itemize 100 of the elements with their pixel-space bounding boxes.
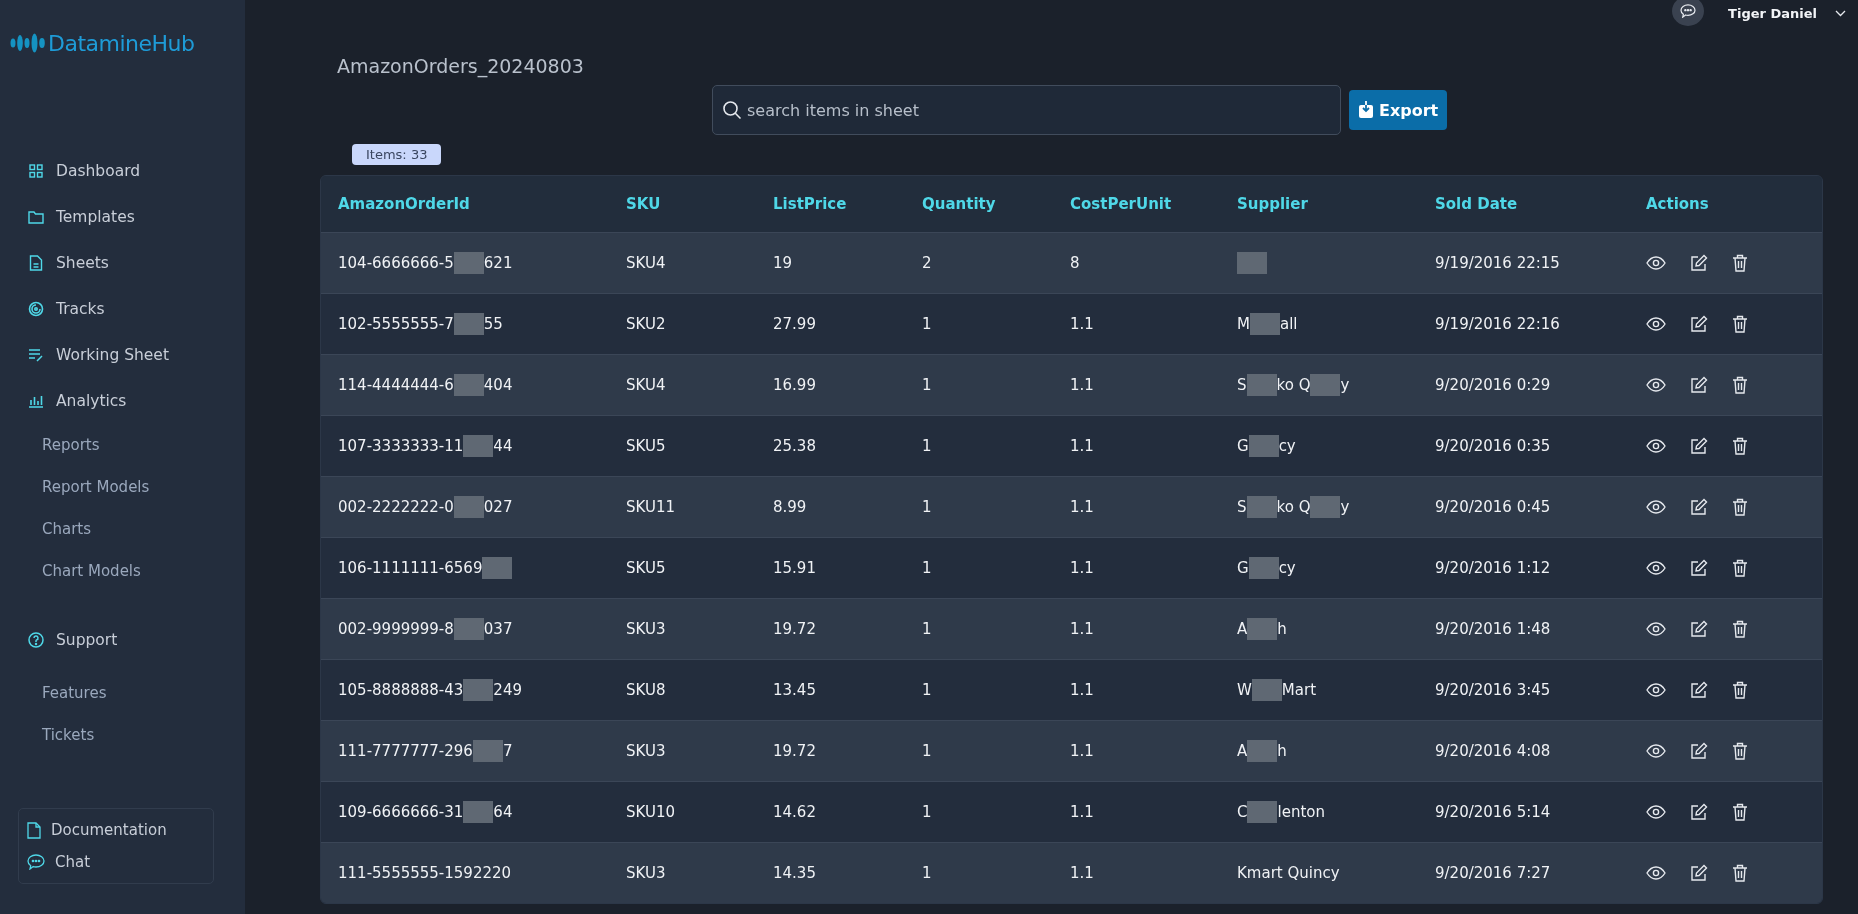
nav-subitem[interactable]: Charts — [0, 508, 245, 550]
eye-icon — [1646, 744, 1666, 758]
edit-icon — [1690, 437, 1708, 455]
table-cell: 9/20/2016 3:45 — [1435, 681, 1551, 699]
supplier-text: M — [1237, 315, 1250, 333]
redaction-block — [1247, 618, 1278, 640]
supplier-text: lenton — [1277, 803, 1325, 821]
table-cell: 14.35 — [773, 864, 816, 882]
document-icon — [28, 255, 44, 271]
bar-chart-icon — [28, 394, 44, 408]
table-row[interactable]: 104-6666666-5 621 SKU4 19 2 8 9/19/2016 22:15 — [321, 232, 1822, 293]
eye-icon — [1646, 500, 1666, 514]
table-cell: SKU5 — [626, 559, 666, 577]
table-cell: 9/20/2016 4:08 — [1435, 742, 1551, 760]
edit-icon — [1690, 559, 1708, 577]
table-row[interactable]: 111-5555555-1592220 SKU3 14.35 1 1.1 Kmart Quincy 9/20/2016 7:27 — [321, 842, 1822, 903]
supplier-text: G — [1237, 437, 1249, 455]
table-cell: 1 — [922, 803, 932, 821]
column-header: Supplier — [1236, 195, 1309, 213]
supplier-text: h — [1277, 620, 1287, 638]
edit-icon — [1690, 620, 1708, 638]
supplier-text: Kmart Quincy — [1237, 864, 1340, 882]
table-cell: SKU3 — [626, 620, 666, 638]
order-id-text: 106-1111111-6569 — [338, 559, 483, 577]
nav-item[interactable]: Tracks — [0, 286, 245, 332]
nav-item[interactable]: Working Sheet — [0, 332, 245, 378]
table-row[interactable]: 002-2222222-0 027 SKU11 8.99 1 1.1 S ko Q y 9/20/2016 0:45 — [321, 476, 1822, 537]
chat-button[interactable] — [1672, 0, 1705, 26]
redaction-block — [463, 801, 494, 823]
redaction-block — [482, 557, 513, 579]
table-cell: 9/20/2016 0:29 — [1435, 376, 1551, 394]
nav-subitem[interactable]: Report Models — [0, 466, 245, 508]
table-cell: 19.72 — [773, 742, 816, 760]
order-id-text: 114-4444444-6 — [338, 376, 454, 394]
eye-icon — [1646, 317, 1666, 331]
nav-subitem[interactable]: Tickets — [0, 714, 245, 756]
edit-icon — [1690, 315, 1708, 333]
table-cell: 13.45 — [773, 681, 816, 699]
table-cell: 1.1 — [1070, 559, 1094, 577]
nav-item[interactable]: Sheets — [0, 240, 245, 286]
table-cell: 1.1 — [1070, 376, 1094, 394]
supplier-text: h — [1277, 742, 1287, 760]
redaction-block — [1247, 801, 1278, 823]
order-id-text: 111-7777777-296 — [338, 742, 473, 760]
eye-icon — [1646, 683, 1666, 697]
redaction-block — [1249, 313, 1280, 335]
table-cell: 1.1 — [1070, 315, 1094, 333]
table-cell: 9/20/2016 0:35 — [1435, 437, 1551, 455]
table-cell: 9/19/2016 22:16 — [1435, 315, 1560, 333]
table-cell: 9/20/2016 1:48 — [1435, 620, 1551, 638]
supplier-text: ko Q — [1276, 376, 1311, 394]
table-row[interactable]: 114-4444444-6 404 SKU4 16.99 1 1.1 S ko Q y 9/20/2016 0:29 — [321, 354, 1822, 415]
search-field[interactable]: search items in sheet — [712, 85, 1341, 135]
order-id-text: 002-2222222-0 — [338, 498, 454, 516]
redaction-block — [463, 435, 494, 457]
table-cell: 9/20/2016 0:45 — [1435, 498, 1551, 516]
supplier-text: Mart — [1281, 681, 1317, 699]
table-cell: 1 — [922, 559, 932, 577]
table-cell: 19 — [773, 254, 793, 272]
redaction-block — [453, 374, 484, 396]
edit-icon — [1690, 864, 1708, 882]
nav-item[interactable]: Support — [0, 614, 245, 666]
nav-item[interactable]: Analytics — [0, 378, 245, 424]
export-button[interactable]: Export — [1349, 90, 1448, 130]
nav-subitem[interactable]: Reports — [0, 424, 245, 466]
search-icon — [722, 100, 742, 120]
table-cell: 25.38 — [773, 437, 816, 455]
redaction-block — [1310, 374, 1341, 396]
target-icon — [28, 301, 44, 317]
user-menu[interactable]: Tiger Daniel — [1728, 5, 1846, 21]
chevron-down-icon — [1835, 9, 1846, 17]
table-cell: 1.1 — [1070, 620, 1094, 638]
table-row[interactable]: 111-7777777-296 7 SKU3 19.72 1 1.1 A h 9/20/2016 4:08 — [321, 720, 1822, 781]
nav-subitem[interactable]: Features — [0, 672, 245, 714]
table-row[interactable]: 002-9999999-8 037 SKU3 19.72 1 1.1 A h 9/20/2016 1:48 — [321, 598, 1822, 659]
redaction-block — [453, 252, 484, 274]
order-id-text: 027 — [483, 498, 513, 516]
column-header: Actions — [1645, 195, 1710, 213]
table-cell: 15.91 — [773, 559, 816, 577]
trash-icon — [1732, 864, 1748, 882]
column-header: AmazonOrderId — [337, 195, 471, 213]
order-id-text: 44 — [493, 437, 513, 455]
table-cell: 1.1 — [1070, 498, 1094, 516]
help-link[interactable]: Documentation — [27, 817, 205, 843]
table-cell: 9/20/2016 5:14 — [1435, 803, 1551, 821]
table-cell: SKU4 — [626, 254, 666, 272]
nav-item[interactable]: Templates — [0, 194, 245, 240]
help-link[interactable]: Chat — [27, 849, 205, 875]
trash-icon — [1732, 620, 1748, 638]
order-id-text: 55 — [483, 315, 503, 333]
redaction-block — [453, 618, 484, 640]
table-cell: 1 — [922, 864, 932, 882]
table-cell: SKU2 — [626, 315, 666, 333]
edit-icon — [1690, 803, 1708, 821]
trash-icon — [1732, 437, 1748, 455]
nav-item[interactable]: Dashboard — [0, 148, 245, 194]
eye-icon — [1646, 866, 1666, 880]
table-cell: SKU3 — [626, 742, 666, 760]
logo-text: DatamineHub — [48, 30, 195, 56]
nav-subitem[interactable]: Chart Models — [0, 550, 245, 592]
